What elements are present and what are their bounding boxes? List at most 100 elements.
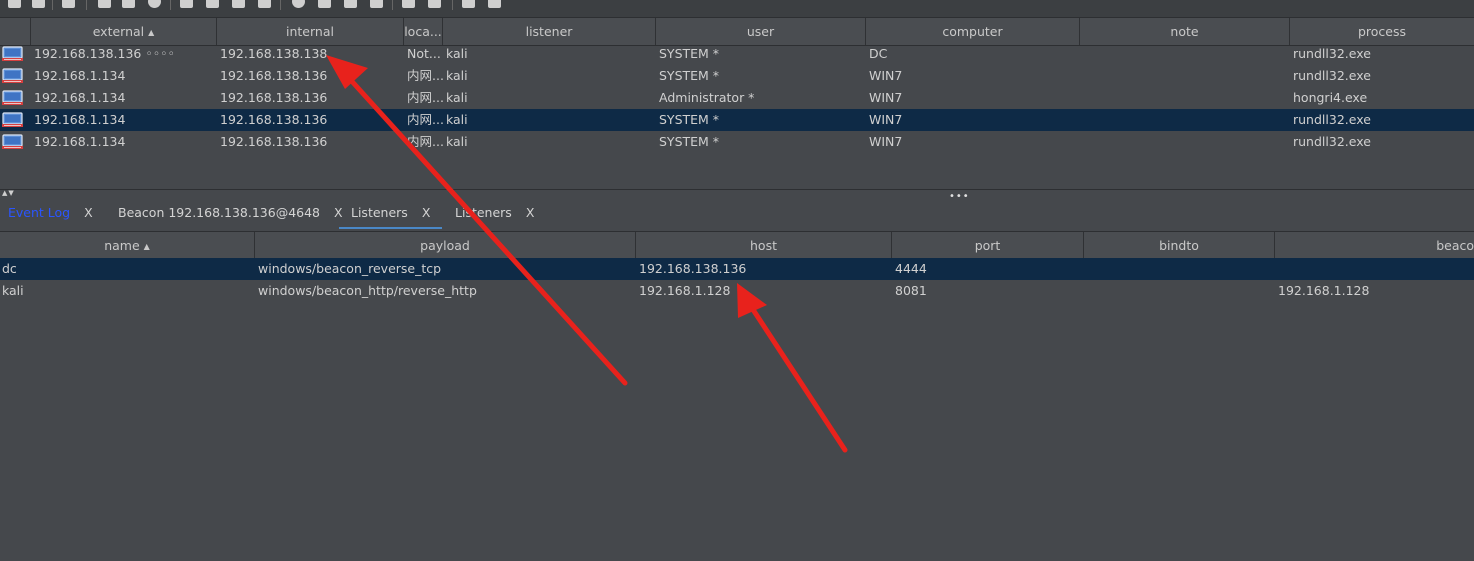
cell-user: SYSTEM * — [659, 46, 720, 61]
cell-bindto — [1087, 258, 1273, 280]
red-arrow-to-listener-host — [737, 283, 848, 453]
tab-listeners[interactable]: Listeners X — [455, 199, 534, 229]
cell-listener: kali — [446, 112, 468, 127]
screen-icon[interactable] — [180, 0, 193, 8]
cell-port: 4444 — [895, 261, 927, 276]
graph-icon[interactable] — [98, 0, 111, 8]
toolbar — [0, 0, 1474, 17]
cell-beacons: 192.168.1.128 — [1278, 283, 1370, 298]
tab-label: Listeners — [351, 205, 408, 220]
column-header-external[interactable]: external ▲ — [31, 18, 217, 45]
cell-beacons — [1278, 258, 1473, 280]
table-row[interactable]: kali windows/beacon_http/reverse_http 19… — [0, 280, 1474, 302]
computer-icon — [2, 46, 23, 61]
computer-icon — [2, 68, 23, 83]
column-header-beacons[interactable]: beaco — [1275, 232, 1474, 259]
table-row[interactable]: 192.168.1.134 192.168.138.136 内网... kali… — [0, 87, 1474, 109]
column-header-payload[interactable]: payload — [255, 232, 636, 259]
tab-listeners-active[interactable]: Listeners X — [339, 199, 443, 229]
tab-close-button[interactable]: X — [526, 205, 535, 220]
listeners-table-header: name ▲ payload host port bindto beaco — [0, 231, 1474, 260]
book-icon[interactable] — [462, 0, 475, 8]
column-header-icon[interactable] — [0, 18, 31, 45]
column-header-computer[interactable]: computer — [866, 18, 1080, 45]
cell-computer: WIN7 — [869, 112, 903, 127]
column-header-internal[interactable]: internal — [217, 18, 404, 45]
tab-event-log[interactable]: Event Log X — [8, 199, 93, 229]
tab-close-button[interactable]: X — [422, 205, 431, 220]
headphones-icon[interactable] — [62, 0, 75, 8]
terminal-icon[interactable] — [370, 0, 383, 8]
package-icon[interactable] — [488, 0, 501, 8]
table-row-selected[interactable]: 192.168.1.134 192.168.138.136 内网... kali… — [0, 109, 1474, 131]
list-icon[interactable] — [122, 0, 135, 8]
computer-icon — [2, 90, 23, 105]
cell-location: 内网... — [407, 90, 443, 105]
cell-process: rundll32.exe — [1293, 112, 1371, 127]
sort-ascending-icon: ▲ — [148, 28, 155, 37]
column-header-location[interactable]: loca... — [404, 18, 443, 45]
split-collapse-arrows[interactable]: ▲▼ — [2, 189, 15, 197]
cell-external: 192.168.138.136 ◦◦◦◦ — [34, 46, 175, 61]
column-header-listener[interactable]: listener — [443, 18, 656, 45]
table-row[interactable]: 192.168.138.136 ◦◦◦◦ 192.168.138.138 Not… — [0, 43, 1474, 65]
cell-user: SYSTEM * — [659, 68, 720, 83]
target-icon[interactable] — [148, 0, 161, 8]
image-icon[interactable] — [258, 0, 271, 8]
cell-user: SYSTEM * — [659, 134, 720, 149]
cell-external: 192.168.1.134 — [34, 112, 126, 127]
cell-process: rundll32.exe — [1293, 68, 1371, 83]
column-header-bindto[interactable]: bindto — [1084, 232, 1275, 259]
cell-listener: kali — [446, 134, 468, 149]
column-header-host[interactable]: host — [636, 232, 892, 259]
tab-beacon[interactable]: Beacon 192.168.138.136@4648 X — [118, 199, 343, 229]
cell-external: 192.168.1.134 — [34, 90, 126, 105]
cell-name: kali — [2, 283, 24, 298]
column-header-label: note — [1170, 24, 1199, 39]
column-header-label: listener — [525, 24, 573, 39]
column-header-label: loca... — [404, 24, 442, 39]
cell-note — [1083, 65, 1288, 87]
cloud-icon[interactable] — [428, 0, 441, 8]
cell-listener: kali — [446, 68, 468, 83]
cell-listener: kali — [446, 46, 468, 61]
table-row-selected[interactable]: dc windows/beacon_reverse_tcp 192.168.13… — [0, 258, 1474, 280]
download-icon[interactable] — [206, 0, 219, 8]
toolbar-separator — [170, 0, 171, 10]
beacons-table-header: external ▲ internal loca... listener user… — [0, 17, 1474, 46]
cell-bindto — [1087, 280, 1273, 302]
cell-computer: WIN7 — [869, 68, 903, 83]
cell-internal: 192.168.138.136 — [220, 68, 328, 83]
key-icon[interactable] — [232, 0, 245, 8]
column-header-label: user — [746, 24, 775, 39]
column-header-name[interactable]: name ▲ — [0, 232, 255, 259]
computer-icon — [2, 112, 23, 127]
column-header-process[interactable]: process — [1290, 18, 1474, 45]
cell-internal: 192.168.138.136 — [220, 90, 328, 105]
table-row[interactable]: 192.168.1.134 192.168.138.136 内网... kali… — [0, 131, 1474, 153]
cell-note — [1083, 87, 1288, 109]
column-header-label: beaco — [1436, 238, 1474, 253]
toolbar-separator — [86, 0, 87, 10]
cell-host: 192.168.1.128 — [639, 283, 731, 298]
tab-close-button[interactable]: X — [84, 205, 93, 220]
cell-internal: 192.168.138.136 — [220, 112, 328, 127]
column-header-label: name — [104, 238, 140, 253]
coffee-icon[interactable] — [318, 0, 331, 8]
column-header-note[interactable]: note — [1080, 18, 1290, 45]
cell-external: 192.168.1.134 — [34, 68, 126, 83]
cell-user: SYSTEM * — [659, 112, 720, 127]
split-pane-divider[interactable] — [0, 189, 1474, 190]
gear-icon[interactable] — [292, 0, 305, 8]
table-row[interactable]: 192.168.1.134 192.168.138.136 内网... kali… — [0, 65, 1474, 87]
cell-host: 192.168.138.136 — [639, 261, 747, 276]
column-header-user[interactable]: user — [656, 18, 866, 45]
disconnect-icon[interactable] — [8, 0, 21, 8]
column-header-port[interactable]: port — [892, 232, 1084, 259]
cell-computer: DC — [869, 46, 888, 61]
cell-process: rundll32.exe — [1293, 46, 1371, 61]
cell-internal: 192.168.138.138 — [220, 46, 328, 61]
document-icon[interactable] — [344, 0, 357, 8]
new-connection-icon[interactable] — [32, 0, 45, 8]
link-icon[interactable] — [402, 0, 415, 8]
